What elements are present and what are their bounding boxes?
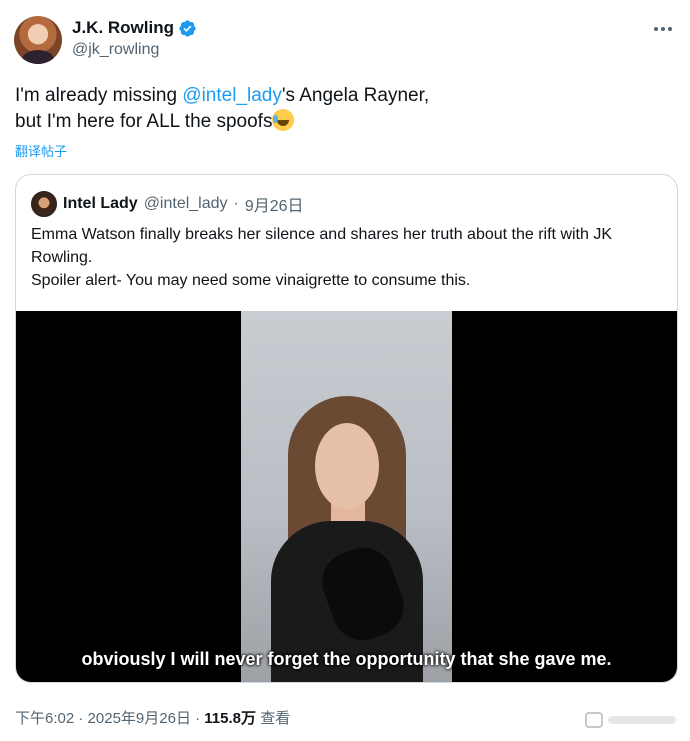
dot-separator: · [78, 710, 84, 727]
quoted-author-handle: @intel_lady [143, 195, 228, 212]
quoted-tweet-text: Emma Watson finally breaks her silence a… [31, 223, 671, 292]
verified-badge-icon [179, 19, 196, 37]
translate-post-link[interactable]: 翻译帖子 [15, 141, 67, 160]
tweet-text-part: I'm already missing [15, 85, 183, 106]
video-player[interactable]: obviously I will never forget the opport… [16, 311, 677, 682]
author-handle[interactable]: @jk_rowling [72, 41, 159, 59]
tweet-text: I'm already missing @intel_lady's Angela… [15, 83, 675, 135]
author-name-row: J.K. Rowling [72, 17, 197, 39]
tweet-text-part: but I'm here for ALL the spoofs [15, 111, 273, 132]
views-label: 查看 [260, 710, 291, 727]
post-time[interactable]: 下午6:02 [15, 710, 74, 727]
tweet-header: J.K. Rowling @jk_rowling [14, 14, 678, 64]
quoted-tweet[interactable]: Intel Lady @intel_lady · 9月26日 Emma Wats… [15, 174, 678, 683]
view-count: 115.8万 [204, 710, 257, 727]
quoted-author-avatar [31, 191, 57, 217]
author-name[interactable]: J.K. Rowling [72, 17, 174, 39]
video-frame [241, 311, 452, 682]
dot-separator: · [233, 195, 239, 212]
quoted-author-name: Intel Lady [63, 195, 138, 212]
more-options-icon[interactable] [652, 18, 674, 40]
watermark-icon [585, 712, 676, 728]
post-date[interactable]: 2025年9月26日 [88, 710, 191, 727]
quoted-tweet-date: 9月26日 [244, 198, 304, 215]
tweet-text-part: 's Angela Rayner, [281, 85, 430, 106]
quoted-text-line: Emma Watson finally breaks her silence a… [31, 226, 613, 266]
dot-separator: · [195, 710, 201, 727]
quoted-text-line: Spoiler alert- You may need some vinaigr… [31, 272, 471, 289]
laughing-emoji-icon [272, 109, 295, 131]
tweet-meta: 下午6:02 · 2025年9月26日 · 115.8万 查看 [15, 707, 290, 728]
quoted-tweet-header: Intel Lady @intel_lady · 9月26日 [31, 191, 304, 217]
video-subtitle: obviously I will never forget the opport… [81, 649, 612, 669]
author-avatar[interactable] [14, 16, 62, 64]
mention-link[interactable]: @intel_lady [182, 85, 282, 106]
